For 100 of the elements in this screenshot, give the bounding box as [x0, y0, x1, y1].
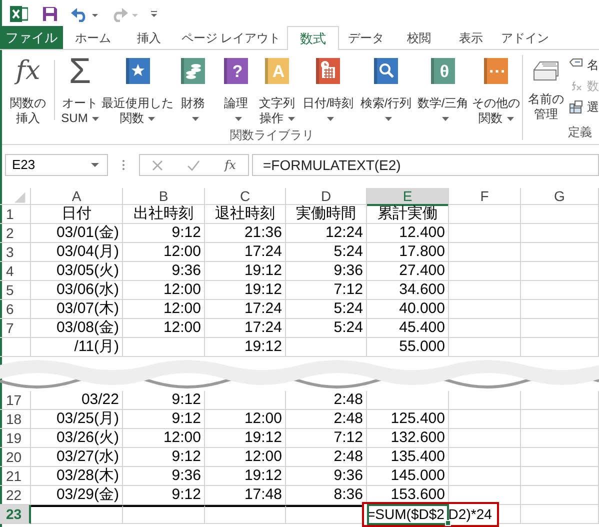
group-label: 関数ライブラリ [230, 127, 314, 144]
fill-handle[interactable] [445, 520, 451, 526]
ribbon-tab[interactable]: データ [339, 26, 393, 49]
row-header[interactable]: 4 [0, 262, 31, 281]
table-cell: 9:36 [123, 262, 205, 281]
ribbon-button[interactable]: ? 論理 [216, 50, 256, 130]
check-icon[interactable] [187, 160, 200, 170]
column-header[interactable]: B [123, 188, 205, 206]
table-cell: 17:24 [205, 319, 286, 338]
ribbon-button[interactable]: 日付/時刻 [298, 50, 358, 130]
ribbon-small-button[interactable]: 選 [569, 98, 599, 116]
ribbon-tab[interactable]: アドイン [497, 26, 553, 49]
button-label: 日付/時刻 [302, 96, 354, 111]
function-icon [572, 81, 582, 90]
ribbon-button[interactable]: A 文字列 操作 [256, 50, 298, 130]
ribbon-tab[interactable]: 数式 [287, 26, 339, 50]
table-cell: 19:12 [205, 281, 286, 300]
function-icon: fx [16, 56, 40, 86]
button-label: 財務 [181, 96, 205, 111]
column-header[interactable]: F [449, 188, 521, 206]
table-cell: 03/05(火) [31, 262, 123, 281]
row-header[interactable]: 21 [0, 467, 31, 486]
table-cell: 12:24 [286, 224, 367, 243]
row-header[interactable]: 6 [0, 300, 31, 319]
row-header[interactable]: 7 [0, 319, 31, 338]
ribbon-tab[interactable]: 挿入 [123, 26, 175, 49]
table-cell: 03/07(木) [31, 300, 123, 319]
ribbon-tab[interactable]: 校閲 [393, 26, 445, 49]
table-cell: 出社時刻 [123, 205, 205, 224]
name-box[interactable]: E23 [5, 154, 108, 176]
ribbon-tab[interactable]: ホーム [63, 26, 123, 49]
insert-function-button[interactable]: fx [224, 156, 236, 174]
table-cell: 2:48 [286, 448, 367, 467]
table-cell: 03/28(木) [31, 467, 123, 486]
table-cell: 12:00 [205, 448, 286, 467]
button-label: 挿入 [16, 111, 40, 126]
row-header[interactable]: 17 [0, 391, 31, 410]
row-header[interactable]: 18 [0, 410, 31, 429]
empty-cell [449, 224, 521, 243]
ribbon-button[interactable]: 検索/行列 [358, 50, 414, 130]
column-header[interactable]: E [367, 188, 449, 206]
undo-icon[interactable] [71, 6, 99, 22]
table-cell: 退社時刻 [205, 205, 286, 224]
table-cell: 03/29(金) [31, 486, 123, 505]
ribbon-button[interactable]: ··· その他の 関数 [472, 50, 520, 130]
column-header[interactable]: A [31, 188, 123, 206]
empty-cell [449, 410, 521, 429]
row-header[interactable]: 20 [0, 448, 31, 467]
book-icon: θ [431, 58, 455, 84]
row-header[interactable]: 2 [0, 224, 31, 243]
table-cell: 12:00 [123, 300, 205, 319]
column-header[interactable]: C [205, 188, 286, 206]
table-cell: 19:12 [205, 429, 286, 448]
table-cell: 9:36 [286, 262, 367, 281]
empty-cell [449, 300, 521, 319]
table-cell: 17.800 [367, 243, 449, 262]
button-label: 最近使用した [102, 96, 174, 111]
save-icon[interactable] [42, 6, 58, 22]
button-label: 文字列 [259, 96, 295, 111]
row-header[interactable]: 3 [0, 243, 31, 262]
ribbon-small-button[interactable]: 名 [569, 56, 599, 74]
button-label: 関数 [478, 111, 502, 126]
row-header[interactable]: 19 [0, 429, 31, 448]
button-label: 名前の [528, 92, 564, 107]
spreadsheet-logo-icon [10, 4, 28, 22]
row-header[interactable]: 23 [0, 505, 31, 524]
table-cell: 12:00 [205, 410, 286, 429]
table-cell: 19:12 [205, 467, 286, 486]
name-manager-button[interactable]: 名前の 管理 [523, 50, 569, 144]
formula-field[interactable]: =FORMULATEXT(E2) [252, 154, 599, 176]
ribbon-button[interactable]: fx 関数の 挿入 [2, 50, 54, 130]
button-label: オート [62, 96, 98, 111]
table-cell: 9:12 [123, 410, 205, 429]
row-header[interactable]: 1 [0, 205, 31, 224]
table-cell: 2:48 [286, 391, 367, 410]
book-icon: ··· [484, 58, 508, 84]
table-cell: 40.000 [367, 300, 449, 319]
column-header[interactable]: G [521, 188, 599, 206]
table-cell: 9:36 [286, 467, 367, 486]
table-cell: 5:24 [286, 243, 367, 262]
file-tab[interactable]: ファイル [0, 26, 63, 49]
more-icon[interactable] [122, 160, 125, 170]
table-cell: 17:48 [205, 486, 286, 505]
table-cell: 03/04(月) [31, 243, 123, 262]
row-header[interactable]: 5 [0, 281, 31, 300]
row-header[interactable] [0, 338, 31, 357]
customize-toolbar-icon[interactable] [149, 8, 159, 18]
ribbon-tab[interactable]: 表示 [445, 26, 497, 49]
table-cell: 12:00 [123, 243, 205, 262]
ribbon-button[interactable]: θ 数学/三角 [414, 50, 472, 130]
book-icon: A [265, 58, 289, 84]
empty-cell [449, 338, 521, 357]
table-cell: 9:12 [123, 486, 205, 505]
table-cell: 45.400 [367, 319, 449, 338]
button-label: 管理 [534, 107, 558, 122]
button-label: 名 [587, 57, 599, 74]
table-cell: 累計実働 [367, 205, 449, 224]
empty-cell [449, 448, 521, 467]
table-cell: 17:24 [205, 300, 286, 319]
ribbon-tab[interactable]: ページ レイアウト [175, 26, 287, 49]
